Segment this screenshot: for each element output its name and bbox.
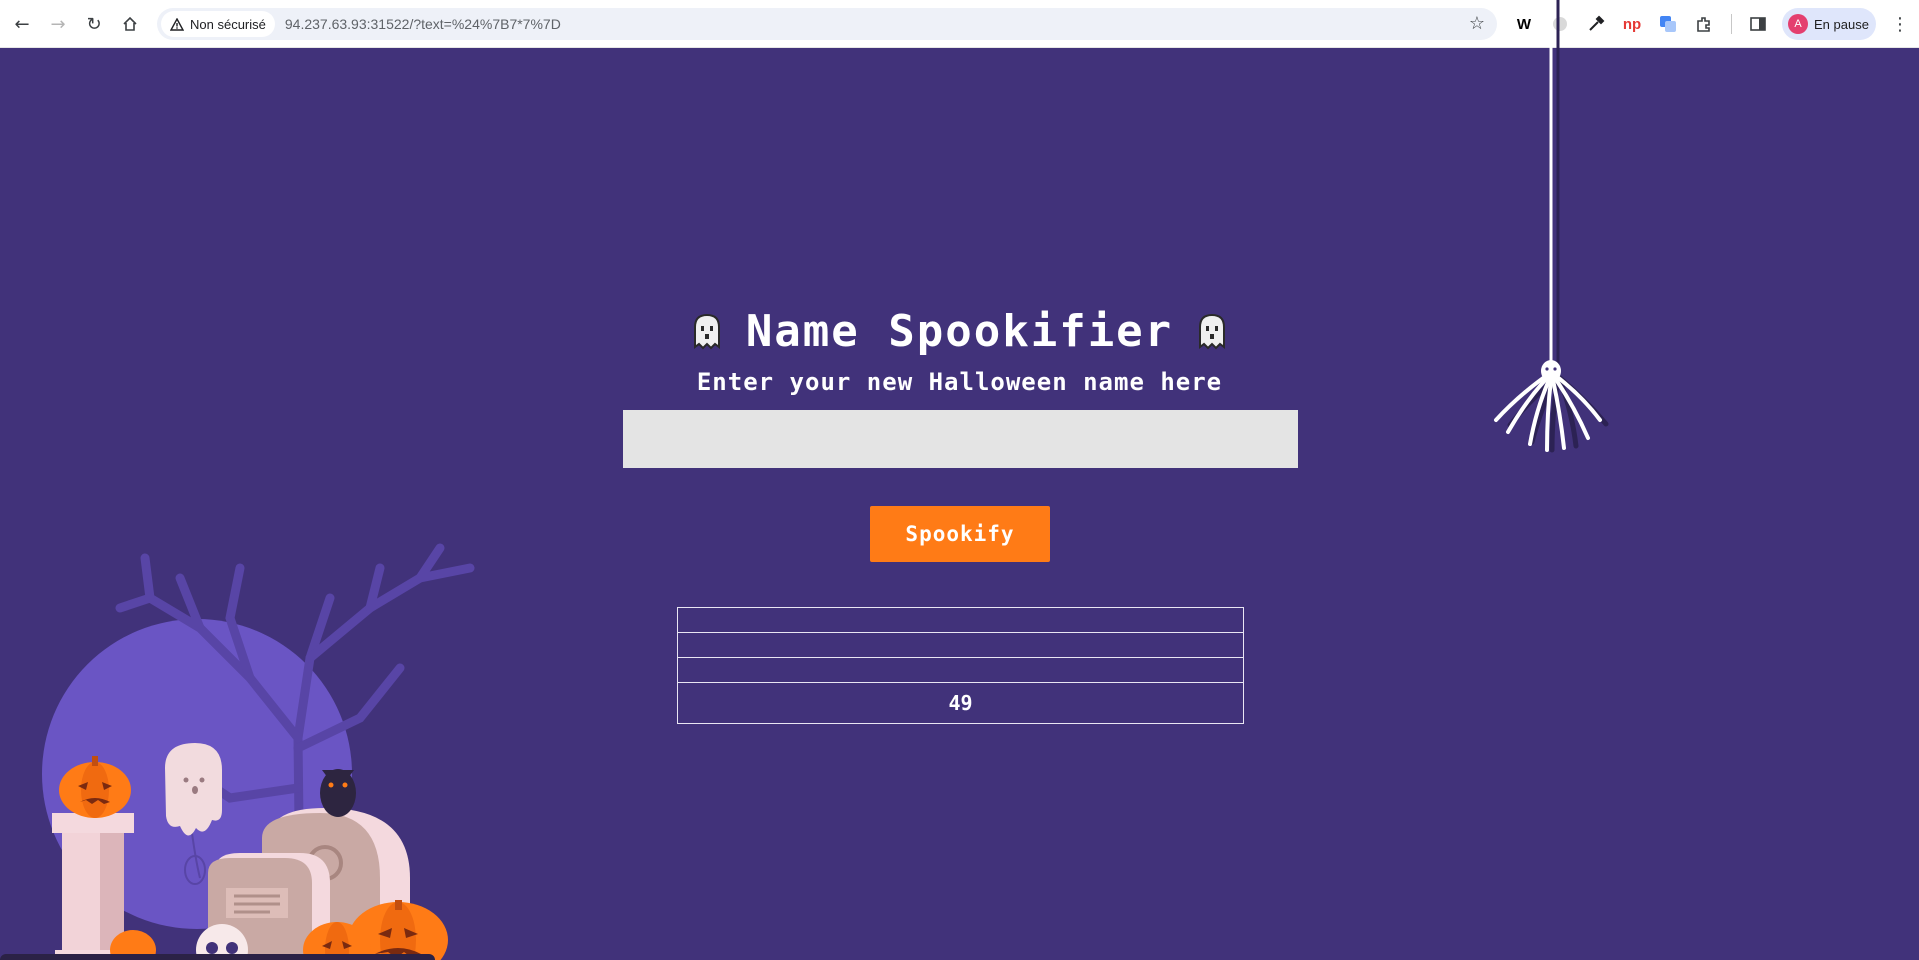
- address-bar[interactable]: Non sécurisé 94.237.63.93:31522/?text=%2…: [157, 8, 1497, 40]
- graveyard-illustration: [0, 543, 475, 960]
- menu-dots-icon[interactable]: ⋮: [1886, 8, 1914, 40]
- spookify-button[interactable]: Spookify: [870, 506, 1050, 562]
- spider-icon: [1494, 0, 1609, 453]
- avatar: A: [1788, 14, 1808, 34]
- browser-toolbar: ← → ↻ Non sécurisé 94.237.63.93:31522/?t…: [0, 0, 1919, 48]
- reload-icon[interactable]: ↻: [76, 6, 112, 42]
- result-cell: [677, 607, 1244, 633]
- security-chip[interactable]: Non sécurisé: [161, 11, 275, 37]
- profile-status: En pause: [1814, 16, 1869, 32]
- result-cell: 49: [677, 682, 1244, 724]
- result-cell: [677, 657, 1244, 683]
- security-label: Non sécurisé: [190, 16, 266, 32]
- side-panel-icon[interactable]: [1742, 8, 1774, 40]
- home-icon[interactable]: [112, 6, 148, 42]
- page-title: Name Spookifier: [0, 306, 1919, 357]
- page: Name Spookifier Enter your new Halloween…: [0, 0, 1919, 960]
- result-table: 49: [677, 607, 1244, 724]
- warning-icon: [170, 17, 184, 31]
- subtitle: Enter your new Halloween name here: [696, 368, 1223, 396]
- url-text[interactable]: 94.237.63.93:31522/?text=%24%7B7*7%7D: [285, 16, 561, 32]
- extensions-puzzle-icon[interactable]: [1688, 8, 1720, 40]
- back-icon[interactable]: ←: [4, 6, 40, 42]
- toolbar-divider: [1731, 14, 1732, 34]
- ghost-icon: [1199, 313, 1226, 349]
- name-input[interactable]: [623, 410, 1298, 468]
- forward-icon[interactable]: →: [40, 6, 76, 42]
- ghost-icon: [693, 313, 720, 349]
- profile-button[interactable]: A En pause: [1782, 8, 1876, 40]
- title-text: Name Spookifier: [745, 306, 1174, 357]
- result-cell: [677, 632, 1244, 658]
- translate-icon[interactable]: [1652, 8, 1684, 40]
